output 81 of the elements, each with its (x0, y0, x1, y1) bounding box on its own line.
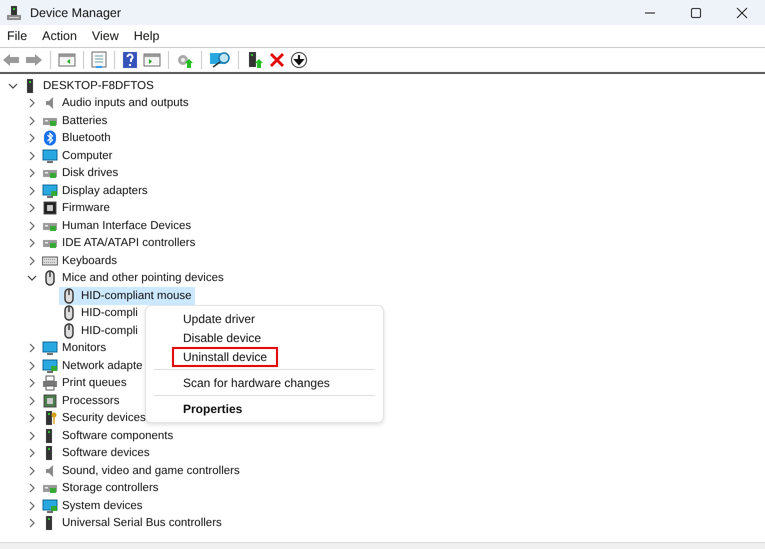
context-menu-item[interactable]: Disable device (172, 328, 272, 348)
tree-item[interactable]: Firmware (42, 200, 113, 217)
expand-icon[interactable] (27, 238, 37, 248)
expand-icon[interactable] (27, 133, 37, 144)
forward-icon[interactable] (25, 52, 43, 68)
panel-icon[interactable] (58, 52, 76, 68)
expand-icon[interactable] (27, 448, 37, 458)
expand-icon[interactable] (27, 378, 37, 388)
tree-item[interactable]: Monitors (42, 340, 110, 357)
tree-item[interactable]: Disk drives (42, 164, 122, 182)
expand-icon[interactable] (27, 168, 37, 178)
context-menu-item[interactable]: Update driver (172, 308, 266, 328)
properties-icon[interactable] (91, 51, 107, 69)
help-icon[interactable] (122, 51, 138, 69)
tree-item[interactable]: HID-compli (61, 304, 141, 322)
tree-item[interactable]: Sound, video and game controllers (42, 462, 243, 480)
context-menu-item[interactable]: Scan for hardware changes (172, 372, 341, 392)
expand-icon[interactable] (27, 343, 37, 354)
tree-item[interactable]: System devices (42, 497, 146, 514)
menu-item[interactable]: Help (130, 27, 166, 45)
back-icon[interactable] (2, 52, 20, 68)
window-title: Device Manager (30, 6, 122, 20)
expand-icon[interactable] (27, 466, 37, 476)
tree-item[interactable]: Network adapte (42, 357, 146, 374)
context-menu-item[interactable]: Properties (172, 398, 254, 418)
expand-icon[interactable] (27, 396, 37, 406)
collapse-icon[interactable] (27, 273, 37, 284)
tree-item[interactable]: Software components (42, 427, 176, 444)
tree-item[interactable]: Keyboards (42, 252, 120, 270)
chip-icon (42, 200, 58, 216)
menu-item[interactable]: File (3, 27, 34, 45)
monitor-icon (42, 148, 58, 164)
bluetooth-icon (42, 130, 58, 146)
tree-item[interactable]: Bluetooth (42, 130, 114, 147)
expand-icon[interactable] (27, 220, 37, 231)
expand-icon[interactable] (27, 360, 37, 371)
tree-item[interactable]: Mice and other pointing devices (42, 270, 227, 287)
tree-item[interactable]: IDE ATA/ATAPI controllers (42, 234, 198, 252)
context-menu-item[interactable]: Uninstall device (172, 346, 278, 366)
monitor-icon (42, 340, 58, 356)
panel-icon[interactable] (143, 52, 161, 68)
tree-item[interactable]: Print queues (42, 374, 130, 392)
monitor-icon (42, 498, 58, 514)
computer-icon (6, 4, 22, 20)
expand-icon[interactable] (27, 98, 37, 108)
monitor-icon (42, 358, 58, 374)
download-icon[interactable] (290, 51, 308, 69)
menu-item[interactable]: Action (38, 27, 84, 45)
tree-item[interactable]: Display adapters (42, 182, 151, 200)
printer-icon (42, 375, 58, 392)
expand-icon[interactable] (27, 186, 37, 196)
tree-item[interactable]: Batteries (42, 112, 110, 130)
enable-device-icon[interactable] (246, 51, 264, 69)
menu-item[interactable]: View (88, 27, 126, 45)
tree-item[interactable]: Processors (42, 392, 123, 410)
delete-icon[interactable] (269, 52, 285, 68)
close-icon (736, 6, 748, 18)
collapse-icon[interactable] (8, 80, 18, 91)
tree-item[interactable]: Computer (42, 147, 116, 164)
tree-item[interactable]: Software devices (42, 444, 153, 462)
tree-item[interactable]: HID-compli (61, 322, 141, 340)
expand-icon[interactable] (27, 116, 37, 126)
tree-item[interactable]: Human Interface Devices (42, 217, 194, 234)
monitor-icon (42, 182, 58, 199)
tree-item[interactable]: Storage controllers (42, 480, 162, 497)
expand-icon[interactable] (27, 150, 37, 161)
expand-icon[interactable] (27, 500, 37, 511)
expand-icon[interactable] (27, 413, 37, 424)
expand-icon[interactable] (27, 256, 37, 266)
tree-item[interactable]: HID-compliant mouse (59, 287, 195, 304)
tree-item[interactable]: DESKTOP-F8DFTOS (23, 77, 157, 94)
expand-icon[interactable] (27, 203, 37, 214)
maximize-icon (690, 6, 702, 18)
tree-item[interactable]: Audio inputs and outputs (42, 94, 192, 112)
expand-icon[interactable] (27, 483, 37, 494)
tree-item[interactable]: Security devices (42, 410, 149, 427)
tree-item[interactable]: Universal Serial Bus controllers (42, 514, 225, 532)
chip-icon (42, 392, 58, 409)
expand-icon[interactable] (27, 430, 37, 441)
expand-icon[interactable] (27, 518, 37, 528)
scan-icon[interactable] (209, 51, 231, 69)
